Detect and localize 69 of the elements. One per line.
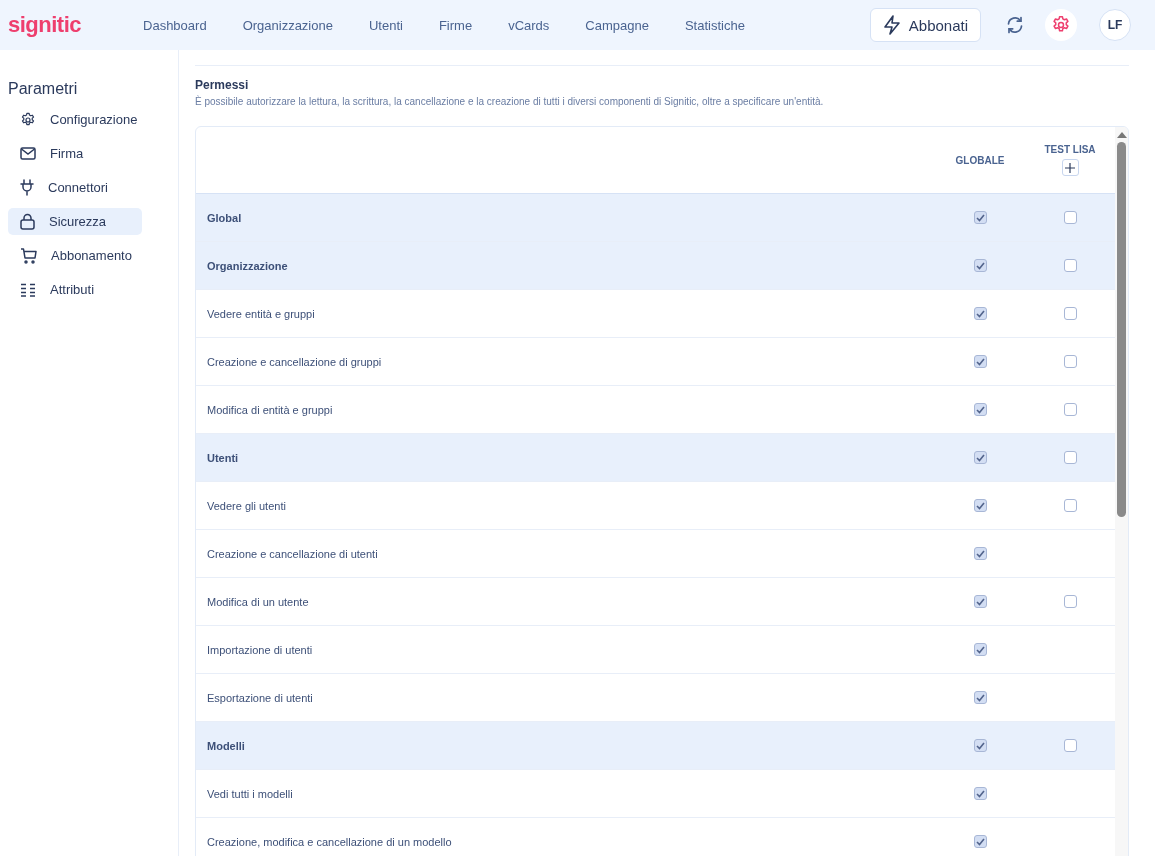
permission-label: Vedere entità e gruppi — [207, 307, 315, 320]
checkbox[interactable] — [1063, 451, 1077, 464]
lock-icon — [20, 213, 35, 230]
checkbox[interactable] — [973, 355, 987, 368]
subscribe-button[interactable]: Abbonati — [869, 8, 981, 42]
refresh-icon — [1005, 15, 1025, 35]
nav-link[interactable]: vCards — [490, 17, 568, 33]
section-description: È possibile autorizzare la lettura, la scrittura, la cancellazione e la creazione di tutti i diversi componenti di Signitic, oltre a specificare un'entità. — [195, 96, 825, 107]
sidebar-item[interactable]: Configurazione — [8, 106, 142, 133]
nav-link[interactable]: Firme — [420, 17, 491, 33]
cart-icon — [20, 247, 37, 264]
permission-label: Vedere gli utenti — [207, 499, 286, 512]
list-icon — [20, 282, 36, 297]
permission-label: Creazione e cancellazione di gruppi — [207, 355, 382, 368]
nav-link[interactable]: Campagne — [567, 17, 667, 33]
checkbox[interactable] — [1063, 355, 1077, 368]
checkbox[interactable] — [973, 451, 987, 464]
column-header: TEST LISA — [1044, 144, 1096, 155]
sidebar-item[interactable]: Attributi — [8, 276, 142, 303]
avatar[interactable]: LF — [1099, 9, 1131, 41]
permission-label: Modifica di un utente — [207, 595, 309, 608]
checkbox[interactable] — [1063, 403, 1077, 416]
scrollbar[interactable] — [1115, 127, 1128, 856]
permission-label: Vedi tutti i modelli — [207, 787, 293, 800]
lightning-icon — [882, 15, 901, 35]
nav-link[interactable]: Dashboard — [125, 17, 225, 33]
checkbox[interactable] — [1063, 739, 1077, 752]
group-label: Global — [207, 211, 242, 224]
checkbox[interactable] — [973, 835, 987, 848]
permission-label: Modifica di entità e gruppi — [207, 403, 333, 416]
checkbox[interactable] — [973, 307, 987, 320]
sidebar-item[interactable]: Abbonamento — [8, 242, 142, 269]
group-label: Modelli — [207, 739, 245, 752]
section-title: Permessi — [195, 78, 250, 92]
checkbox[interactable] — [973, 259, 987, 272]
group-label: Organizzazione — [207, 259, 288, 272]
permission-label: Importazione di utenti — [207, 643, 313, 656]
permission-label: Creazione e cancellazione di utenti — [207, 547, 378, 560]
nav-link[interactable]: Statistiche — [666, 17, 763, 33]
group-label: Utenti — [207, 451, 239, 464]
column-header: GLOBALE — [955, 154, 1005, 166]
sidebar-title: Parametri — [8, 80, 79, 98]
plug-icon — [20, 179, 34, 196]
permission-label: Creazione, modifica e cancellazione di un modello — [207, 835, 452, 848]
checkbox[interactable] — [973, 787, 987, 800]
settings-button[interactable] — [1045, 9, 1077, 41]
sidebar-item[interactable]: Firma — [8, 140, 142, 167]
permission-label: Esportazione di utenti — [207, 691, 313, 704]
checkbox[interactable] — [1063, 211, 1077, 224]
checkbox[interactable] — [973, 643, 987, 656]
checkbox[interactable] — [973, 499, 987, 512]
checkbox[interactable] — [973, 691, 987, 704]
checkbox[interactable] — [973, 595, 987, 608]
sidebar-item[interactable]: Connettori — [8, 174, 142, 201]
settings-icon — [1051, 15, 1071, 35]
nav-link[interactable]: Utenti — [350, 17, 421, 33]
checkbox[interactable] — [1063, 259, 1077, 272]
checkbox[interactable] — [973, 403, 987, 416]
checkbox[interactable] — [1063, 595, 1077, 608]
checkbox[interactable] — [1063, 499, 1077, 512]
envelope-icon — [20, 147, 36, 160]
sidebar-item[interactable]: Sicurezza — [8, 208, 142, 235]
nav-link[interactable]: Organizzazione — [224, 17, 351, 33]
checkbox[interactable] — [973, 739, 987, 752]
add-button[interactable] — [1061, 159, 1079, 176]
settings-icon — [20, 111, 36, 128]
checkbox[interactable] — [973, 211, 987, 224]
checkbox[interactable] — [1063, 307, 1077, 320]
checkbox[interactable] — [973, 547, 987, 560]
